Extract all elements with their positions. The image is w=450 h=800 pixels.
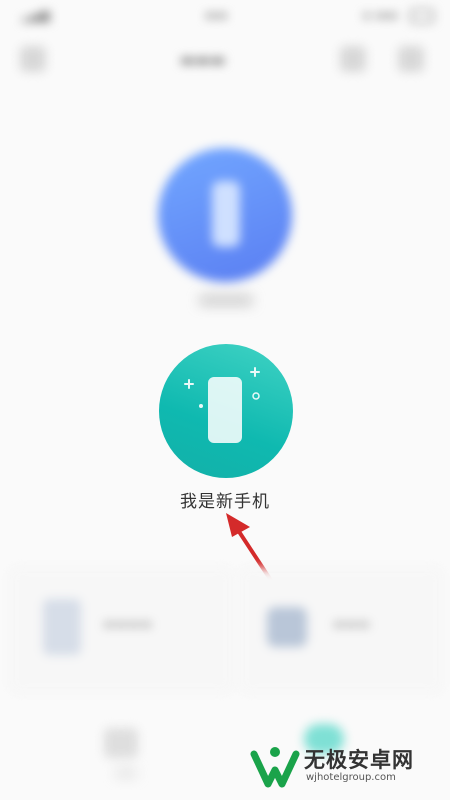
old-phone-button[interactable] bbox=[158, 148, 292, 282]
migration-card-left[interactable]: ▬▬▬▬ bbox=[10, 568, 232, 692]
watermark-url: wjhotelgroup.com bbox=[306, 772, 396, 783]
status-left: ▂▄▆ bbox=[22, 8, 50, 22]
bottom-left-icon[interactable] bbox=[104, 728, 138, 758]
header-title: ▬▬▬ bbox=[180, 50, 226, 69]
status-center: ▬▬ bbox=[205, 8, 228, 22]
back-icon[interactable] bbox=[20, 46, 46, 72]
old-phone-icon bbox=[212, 181, 240, 247]
old-phone-label: ▬▬▬▬ bbox=[199, 292, 253, 308]
settings-icon[interactable] bbox=[398, 46, 424, 72]
watermark: 无极安卓网 wjhotelgroup.com bbox=[248, 740, 442, 794]
watermark-logo-icon bbox=[250, 747, 300, 788]
help-icon[interactable] bbox=[340, 46, 366, 72]
card-right-label: ▬▬▬ bbox=[333, 617, 370, 632]
battery-icon bbox=[410, 9, 434, 23]
header: ▬▬▬ bbox=[0, 36, 450, 80]
bottom-left-label: ▬▬ bbox=[115, 766, 137, 779]
card-left-label: ▬▬▬▬ bbox=[103, 617, 153, 632]
watermark-title: 无极安卓网 bbox=[304, 748, 414, 772]
status-bar: ▂▄▆ ▬▬ ◈ ▬▬ bbox=[0, 0, 450, 30]
new-phone-button[interactable] bbox=[159, 344, 293, 478]
phone-icon bbox=[208, 377, 242, 443]
status-right: ◈ ▬▬ bbox=[362, 8, 398, 22]
migration-card-right[interactable]: ▬▬▬ bbox=[240, 568, 442, 692]
phone-thumb-icon bbox=[43, 599, 81, 655]
device-thumb-icon bbox=[267, 607, 307, 647]
